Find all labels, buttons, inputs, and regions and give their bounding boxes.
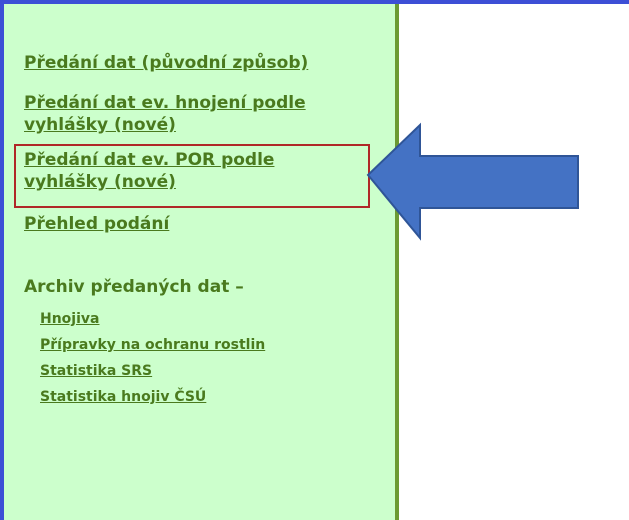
highlight-box bbox=[14, 144, 370, 208]
sidebar: Předání dat (původní způsob) Předání dat… bbox=[4, 4, 399, 520]
archive-link-plant-protection[interactable]: Přípravky na ochranu rostlin bbox=[40, 336, 265, 354]
archive-heading: Archiv předaných dat – bbox=[24, 277, 244, 297]
archive-link-fertilizers[interactable]: Hnojiva bbox=[40, 310, 99, 328]
archive-link-statistics-csu[interactable]: Statistika hnojiv ČSÚ bbox=[40, 388, 206, 406]
link-data-submission-original[interactable]: Předání dat (původní způsob) bbox=[24, 52, 308, 74]
link-submission-overview[interactable]: Přehled podání bbox=[24, 213, 169, 235]
link-data-submission-fertilization[interactable]: Předání dat ev. hnojení podle vyhlášky (… bbox=[24, 92, 364, 136]
arrow-left-icon bbox=[366, 122, 579, 241]
archive-link-statistics-srs[interactable]: Statistika SRS bbox=[40, 362, 152, 380]
